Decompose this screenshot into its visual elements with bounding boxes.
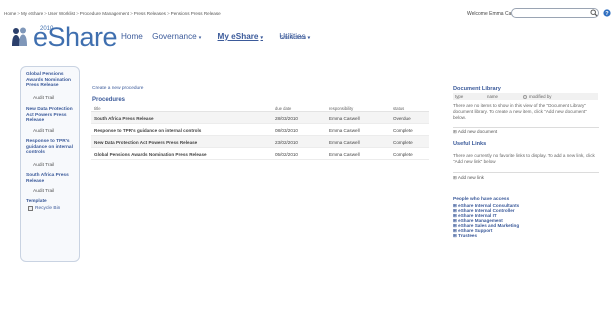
quicklaunch-item[interactable]: Global Pensions Awards Nomination Press … (26, 72, 78, 89)
nav-home[interactable]: Home (121, 32, 143, 41)
procedure-title[interactable]: New Data Protection Act Powers Press Rel… (94, 140, 197, 145)
svg-text:?: ? (605, 11, 609, 17)
recycle-bin-icon (28, 206, 33, 211)
quicklaunch-item[interactable]: New Data Protection Act Powers Press Rel… (26, 107, 78, 124)
table-row[interactable]: New Data Protection Act Powers Press Rel… (91, 136, 429, 148)
procedure-title[interactable]: South Africa Press Release (94, 116, 154, 121)
people-logo-icon (12, 27, 27, 46)
modified-by-icon (523, 94, 527, 99)
site-actions-menu[interactable]: Site Actions ▾ (280, 35, 310, 41)
nav-governance[interactable]: Governance ▾ (152, 32, 208, 41)
table-header: title due date responsibility status (91, 105, 429, 112)
divider (453, 172, 599, 173)
add-new-document-link[interactable]: ⊞ Add new document (453, 129, 497, 135)
procedures-title: Procedures (92, 97, 126, 103)
responsibility: Emma Caswell (329, 127, 360, 133)
column-header-due-date[interactable]: due date (275, 106, 291, 111)
nav-my-eshare-label: My eShare (217, 32, 259, 41)
document-library-header: type name modified by (453, 93, 598, 100)
add-new-document-label: Add new document (457, 129, 498, 134)
logo-text: eShare (33, 22, 118, 52)
recycle-bin-link[interactable]: Recycle Bin (35, 206, 60, 211)
column-header-status[interactable]: status (393, 106, 404, 111)
column-header-modified-by[interactable]: modified by (529, 94, 551, 99)
create-procedure-link[interactable]: Create a new procedure (92, 86, 143, 91)
divider (453, 127, 599, 128)
chevron-down-icon: ▾ (198, 35, 202, 41)
breadcrumb-item[interactable]: My eShare (21, 11, 43, 16)
due-date: 28/03/2010 (275, 115, 298, 121)
group-item[interactable]: ⊞ Trustees (453, 233, 519, 238)
people-access-list: ⊞ eShare Internal Consultants ⊞ eShare I… (453, 203, 519, 238)
responsibility: Emma Caswell (329, 139, 360, 145)
search-icon[interactable] (590, 9, 598, 17)
quicklaunch-item[interactable]: South Africa Press Release (26, 173, 78, 184)
column-header-type[interactable]: type (455, 94, 463, 99)
quicklaunch-template[interactable]: Template (26, 199, 78, 205)
due-date: 08/03/2010 (275, 127, 298, 133)
quicklaunch-subitem[interactable]: Audit Trail (33, 96, 54, 101)
add-new-link-link[interactable]: ⊞ Add new link (453, 175, 484, 181)
breadcrumb: Home>My eShare>User Worklist>Procedure M… (4, 11, 221, 16)
document-library-title[interactable]: Document Library (453, 86, 501, 92)
due-date: 23/02/2010 (275, 139, 298, 145)
procedure-title[interactable]: Response to TPR's guidance on internal c… (94, 128, 201, 133)
procedures-table: title due date responsibility status Sou… (91, 105, 429, 160)
nav-my-eshare[interactable]: My eShare ▾ (218, 32, 270, 41)
table-row[interactable]: Response to TPR's guidance on internal c… (91, 124, 429, 136)
procedure-title[interactable]: Global Pensions Awards Nomination Press … (94, 152, 207, 157)
breadcrumb-item[interactable]: User Worklist (48, 11, 75, 16)
nav-governance-label: Governance (152, 32, 197, 41)
breadcrumb-item[interactable]: Procedure Management (80, 11, 129, 16)
quicklaunch-item[interactable]: Response to TPR's guidance on internal c… (26, 139, 78, 156)
status: Overdue (393, 115, 411, 121)
left-quicklaunch: Global Pensions Awards Nomination Press … (20, 66, 80, 262)
status: Complete (393, 127, 413, 133)
due-date: 05/02/2010 (275, 151, 298, 157)
help-icon[interactable]: ? (603, 9, 611, 17)
column-header-name[interactable]: name (487, 94, 498, 99)
chevron-down-icon: ▾ (260, 35, 264, 41)
add-new-link-label: Add new link (457, 175, 484, 180)
quicklaunch-subitem[interactable]: Audit Trail (33, 129, 54, 134)
quicklaunch-subitem[interactable]: Audit Trail (33, 189, 54, 194)
status: Complete (393, 151, 413, 157)
column-header-title[interactable]: title (94, 106, 101, 111)
status: Complete (393, 139, 413, 145)
table-body: South Africa Press Release 28/03/2010 Em… (91, 112, 429, 160)
useful-links-empty-message: There are currently no favorite links to… (453, 153, 595, 164)
document-library-empty-message: There are no items to show in this view … (453, 103, 587, 120)
eshare-logo[interactable]: 2010 eShare (11, 22, 129, 56)
responsibility: Emma Caswell (329, 151, 360, 157)
group-name: Trustees (458, 233, 478, 238)
search-input[interactable] (511, 8, 599, 18)
people-access-title: People who have access (453, 197, 510, 202)
table-row[interactable]: Global Pensions Awards Nomination Press … (91, 148, 429, 160)
responsibility: Emma Caswell (329, 115, 360, 121)
breadcrumb-current: Pensions Press Release (170, 11, 221, 16)
table-row[interactable]: South Africa Press Release 28/03/2010 Em… (91, 112, 429, 124)
column-header-responsibility[interactable]: responsibility (329, 106, 353, 111)
breadcrumb-item[interactable]: Home (4, 11, 16, 16)
quicklaunch-subitem[interactable]: Audit Trail (33, 163, 54, 168)
useful-links-title[interactable]: Useful Links (453, 141, 486, 147)
breadcrumb-item[interactable]: Press Releases (134, 11, 166, 16)
